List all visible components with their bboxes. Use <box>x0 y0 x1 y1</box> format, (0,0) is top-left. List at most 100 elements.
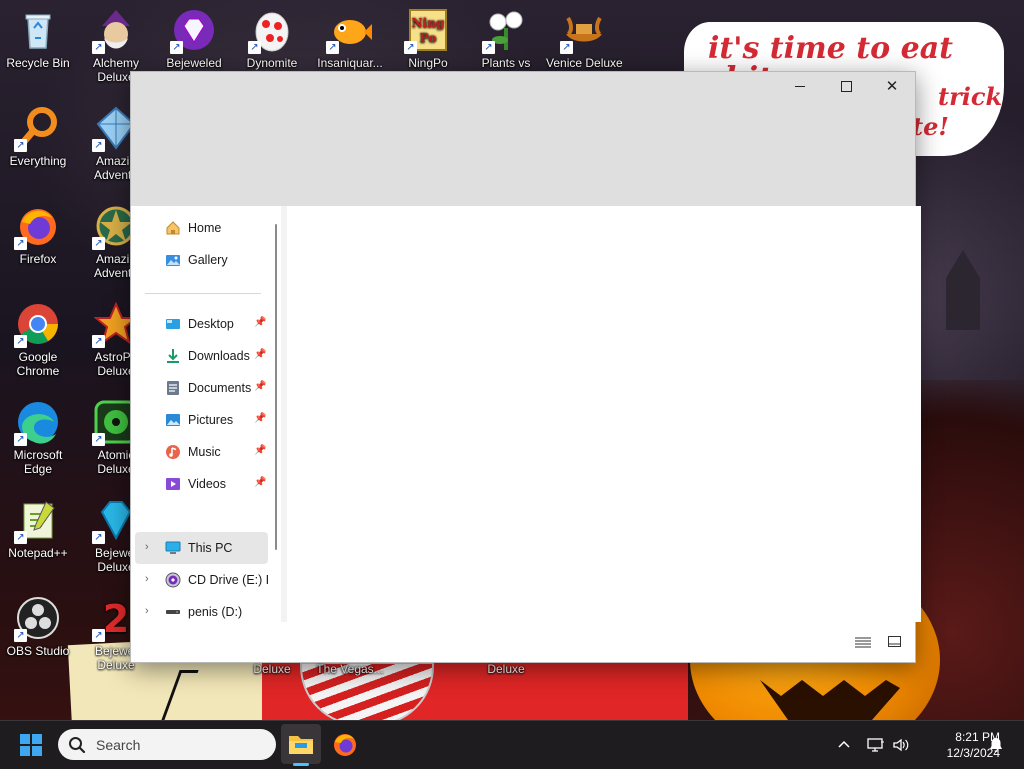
desktop-icon-ningpo[interactable]: Ning Po ↗ NingPo <box>390 8 466 70</box>
nav-item-downloads[interactable]: Downloads 📌 <box>135 340 268 372</box>
nav-item-home[interactable]: Home <box>135 212 268 244</box>
desktop-icon-partial-deluxe-2[interactable]: Deluxe <box>468 662 544 676</box>
nav-item-gallery[interactable]: Gallery <box>135 244 268 276</box>
shortcut-arrow-icon: ↗ <box>92 433 105 446</box>
shortcut-arrow-icon: ↗ <box>326 41 339 54</box>
shortcut-arrow-icon: ↗ <box>482 41 495 54</box>
nav-item-desktop[interactable]: Desktop 📌 <box>135 308 268 340</box>
ningpo-icon: Ning Po ↗ <box>404 8 450 54</box>
chevron-right-icon[interactable]: › <box>145 541 149 553</box>
shortcut-arrow-icon: ↗ <box>248 41 261 54</box>
shortcut-arrow-icon: ↗ <box>92 139 105 152</box>
pin-icon: 📌 <box>254 445 267 456</box>
search-icon <box>69 736 86 753</box>
shortcut-arrow-icon: ↗ <box>14 139 27 152</box>
home-icon <box>165 220 181 236</box>
pin-icon: 📌 <box>254 349 267 360</box>
desktop-icon-edge[interactable]: ↗ Microsoft Edge <box>0 400 76 476</box>
active-app-indicator <box>293 763 309 766</box>
close-icon: ✕ <box>885 78 899 95</box>
nav-scrollbar[interactable] <box>275 224 277 550</box>
nav-item-drive-d[interactable]: › penis (D:) <box>135 596 268 622</box>
shortcut-arrow-icon: ↗ <box>14 531 27 544</box>
desktop-icon-bejeweled[interactable]: ↗ Bejeweled <box>156 8 232 70</box>
minimize-button[interactable] <box>777 72 823 100</box>
desktop-icon-chrome[interactable]: ↗ Google Chrome <box>0 302 76 378</box>
nav-item-pictures[interactable]: Pictures 📌 <box>135 404 268 436</box>
nav-item-music[interactable]: Music 📌 <box>135 436 268 468</box>
show-hidden-icons-button[interactable] <box>836 721 852 769</box>
drive-icon <box>165 604 181 620</box>
plants-vs-zombies-icon: ↗ <box>482 8 528 54</box>
network-button[interactable] <box>866 721 886 769</box>
taskbar: Search 8:21 PM 12/3/2024 <box>0 720 1024 769</box>
alchemy-icon: ↗ <box>92 8 138 54</box>
taskbar-file-explorer[interactable] <box>281 724 321 764</box>
chevron-right-icon[interactable]: › <box>145 605 149 617</box>
svg-text:Ning: Ning <box>412 16 445 30</box>
desktop-icon-notepad-plus-plus[interactable]: ↗ Notepad++ <box>0 498 76 560</box>
nav-item-cd-drive[interactable]: › CD Drive (E:) Po <box>135 564 268 596</box>
pictures-icon <box>165 412 181 428</box>
file-list-pane[interactable] <box>281 206 921 622</box>
search-placeholder: Search <box>96 736 141 753</box>
nav-item-this-pc[interactable]: › This PC <box>135 532 268 564</box>
desktop-icon-firefox[interactable]: ↗ Firefox <box>0 204 76 266</box>
maximize-icon <box>840 80 852 92</box>
shortcut-arrow-icon: ↗ <box>14 433 27 446</box>
shortcut-arrow-icon: ↗ <box>560 41 573 54</box>
taskbar-search[interactable]: Search <box>58 729 276 760</box>
shortcut-arrow-icon: ↗ <box>92 335 105 348</box>
desktop-icon-venice[interactable]: ↗ Venice Deluxe <box>546 8 622 70</box>
nav-item-documents[interactable]: Documents 📌 <box>135 372 268 404</box>
pin-icon: 📌 <box>254 477 267 488</box>
svg-text:Po: Po <box>420 31 437 45</box>
wallpaper-tower <box>946 250 980 330</box>
nav-divider <box>145 293 261 294</box>
obs-icon: ↗ <box>14 596 60 642</box>
navigation-pane[interactable]: Home Gallery Desktop 📌 Downloads 📌 Docum… <box>131 206 281 622</box>
desktop-icon-plants-vs-zombies[interactable]: ↗ Plants vs <box>468 8 544 70</box>
desktop-icon-obs-studio[interactable]: ↗ OBS Studio <box>0 596 76 658</box>
maximize-button[interactable] <box>823 72 869 100</box>
recycle-bin-icon <box>16 8 60 52</box>
notepad-plus-plus-icon: ↗ <box>14 498 60 544</box>
file-explorer-window[interactable]: ✕ Home Gallery Desktop 📌 Downloads 📌 Doc… <box>130 71 921 663</box>
bejeweled-icon: ↗ <box>170 8 216 54</box>
chevron-right-icon[interactable]: › <box>145 573 149 585</box>
pin-icon: 📌 <box>254 381 267 392</box>
volume-button[interactable] <box>892 721 910 769</box>
edge-icon: ↗ <box>14 400 60 446</box>
videos-icon <box>165 476 181 492</box>
nav-item-videos[interactable]: Videos 📌 <box>135 468 268 500</box>
desktop-icon-insaniquarium[interactable]: ↗ Insaniquar... <box>312 8 388 70</box>
network-icon <box>867 738 884 752</box>
shortcut-arrow-icon: ↗ <box>404 41 417 54</box>
volume-icon <box>893 738 909 752</box>
start-button[interactable] <box>20 734 42 756</box>
close-button[interactable]: ✕ <box>869 72 915 100</box>
everything-search-icon: ↗ <box>14 106 60 152</box>
taskbar-firefox[interactable] <box>325 724 365 764</box>
desktop-icon-dynomite[interactable]: ↗ Dynomite <box>234 8 310 70</box>
details-view-button[interactable] <box>855 635 871 649</box>
firefox-icon <box>334 734 356 756</box>
desktop-icon-partial-deluxe-1[interactable]: Deluxe <box>234 662 310 676</box>
desktop-icon-everything[interactable]: ↗ Everything <box>0 106 76 168</box>
tiles-view-button[interactable] <box>887 635 903 649</box>
firefox-icon: ↗ <box>14 204 60 250</box>
desktop-icon-vegas[interactable]: The Vegas... <box>312 662 388 676</box>
shortcut-arrow-icon: ↗ <box>92 237 105 250</box>
tiles-view-icon <box>888 636 901 647</box>
shortcut-arrow-icon: ↗ <box>14 335 27 348</box>
shortcut-arrow-icon: ↗ <box>14 629 27 642</box>
insaniquarium-icon: ↗ <box>326 8 372 54</box>
gallery-icon <box>165 252 181 268</box>
downloads-icon <box>165 348 181 364</box>
shortcut-arrow-icon: ↗ <box>14 237 27 250</box>
pin-icon: 📌 <box>254 413 267 424</box>
pin-icon: 📌 <box>254 317 267 328</box>
details-view-icon <box>855 637 871 648</box>
notifications-button[interactable] <box>988 721 1004 769</box>
desktop-icon-recycle-bin[interactable]: Recycle Bin <box>0 8 76 70</box>
